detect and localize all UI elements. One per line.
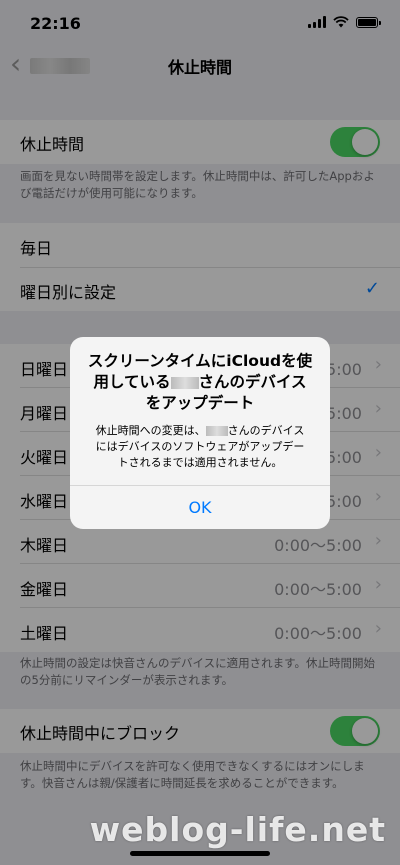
ok-button[interactable]: OK xyxy=(70,486,330,529)
redacted-name xyxy=(170,376,199,389)
home-indicator[interactable] xyxy=(130,851,270,856)
alert-title: スクリーンタイムにiCloudを使 用している さんのデバイス をアップデート xyxy=(87,352,313,412)
watermark: weblog-life.net xyxy=(89,810,386,849)
alert-dialog: スクリーンタイムにiCloudを使 用している さんのデバイス をアップデート 休… xyxy=(70,337,330,529)
alert-message: 休止時間への変更は、 さんのデバイス にはデバイスのソフトウェアがアップデー トさ… xyxy=(95,424,305,469)
redacted-name xyxy=(205,426,228,436)
